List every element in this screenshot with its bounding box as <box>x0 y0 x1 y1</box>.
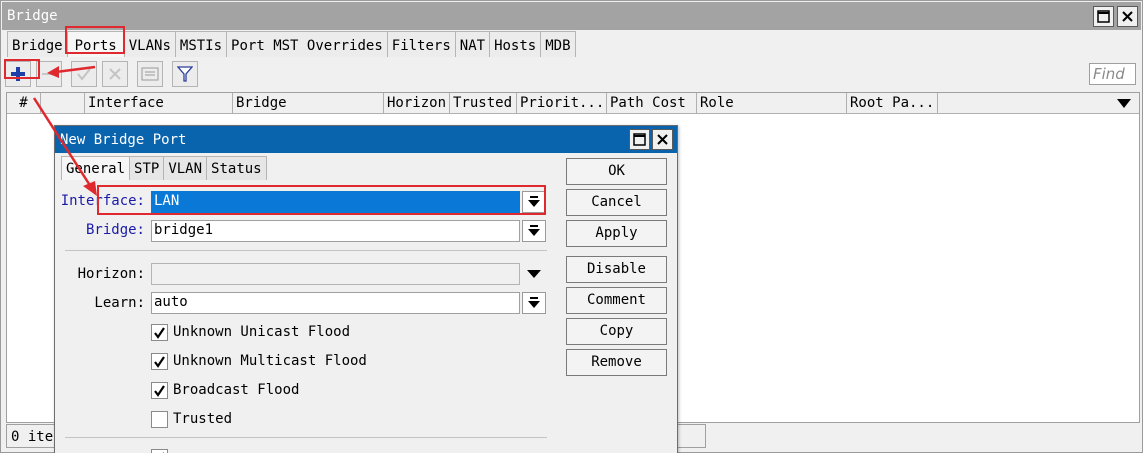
arrow-to-interface-field <box>32 97 93 188</box>
arrow-head-icon <box>83 181 97 196</box>
annotation-arrows <box>32 65 97 196</box>
arrow-head-icon <box>47 66 59 78</box>
arrow-to-add-button <box>55 65 96 74</box>
bridge-window: Bridge Bridge Ports VLANs MSTIs Port MST… <box>0 0 1143 453</box>
